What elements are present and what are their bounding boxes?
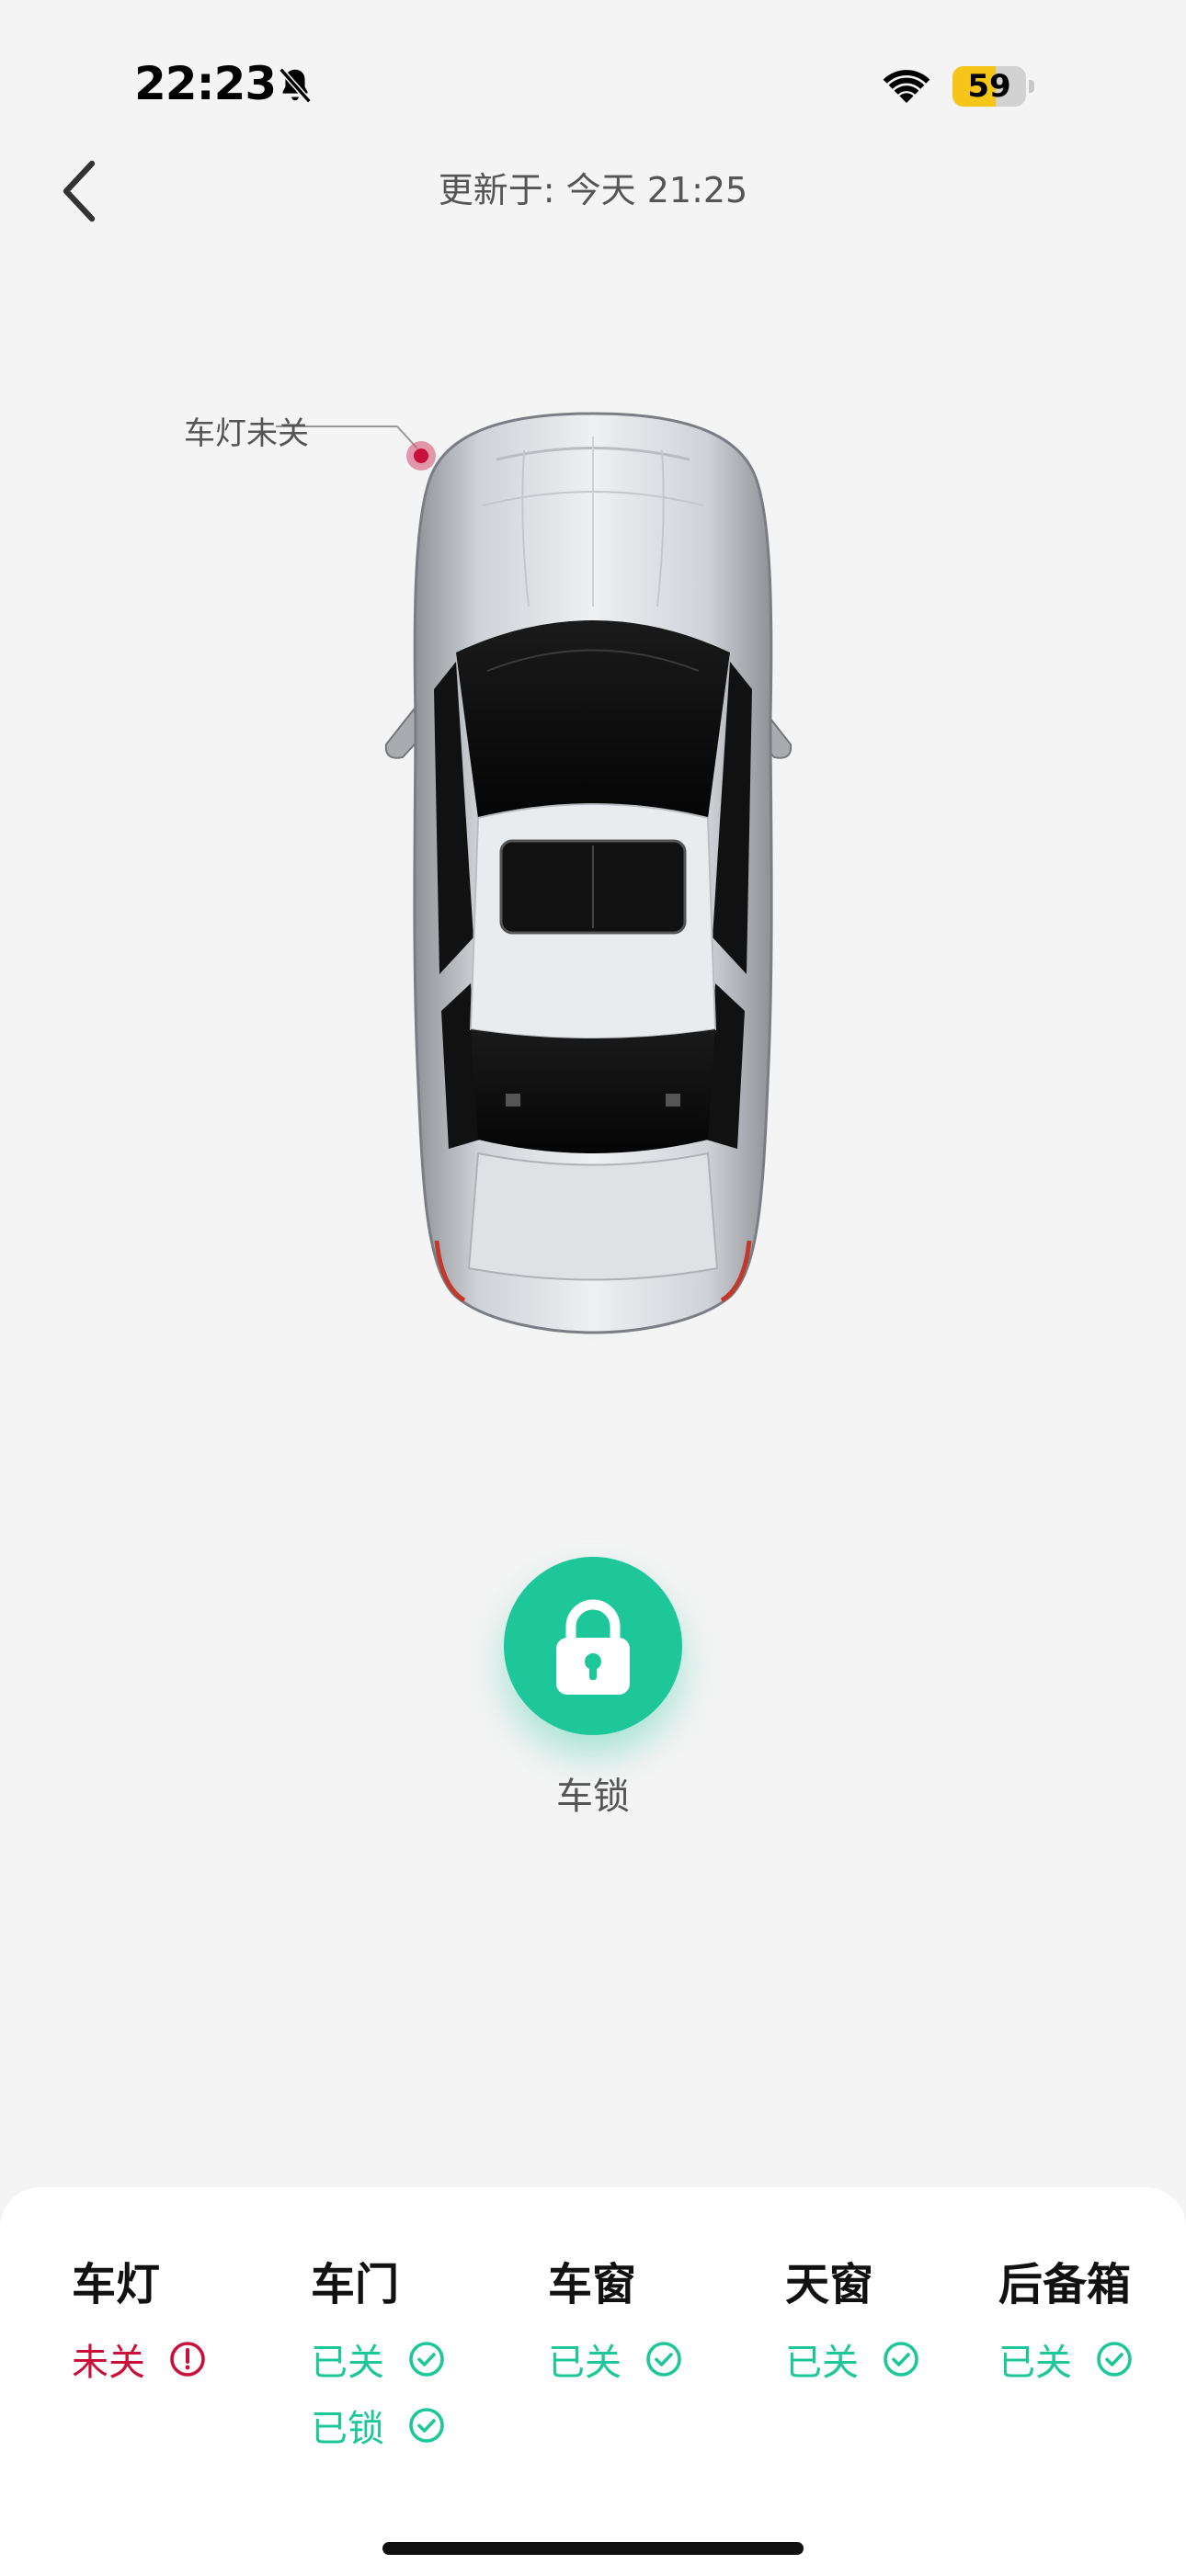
status-text: 已关 (548, 2342, 622, 2384)
status-column-windows: 车窗 已关 (548, 2248, 682, 2384)
alert-circle-icon (170, 2342, 205, 2377)
lock-icon (556, 1599, 630, 1695)
car-illustration (276, 386, 919, 1388)
status-time: 22:23 (134, 57, 277, 110)
status-text: 已关 (998, 2342, 1072, 2384)
status-text: 已关 (311, 2342, 384, 2384)
bell-slash-icon (279, 67, 312, 104)
check-circle-icon (409, 2408, 444, 2443)
wifi-icon (883, 70, 930, 103)
status-title: 车门 (311, 2259, 400, 2310)
check-circle-icon (409, 2342, 444, 2377)
battery-body: 59 (952, 66, 1026, 107)
car-lock-button[interactable] (504, 1557, 682, 1735)
check-circle-icon (884, 2342, 918, 2377)
status-value-row: 已锁 (311, 2402, 445, 2450)
status-column-trunk: 后备箱 已关 (998, 2248, 1133, 2384)
status-value-row: 已关 (785, 2336, 919, 2384)
status-bar: 22:23 59 (0, 0, 1186, 147)
car-lock-label: 车锁 (556, 1776, 630, 1818)
updated-time-label: 更新于: 今天 21:25 (438, 170, 748, 210)
check-circle-icon (1097, 2342, 1132, 2377)
vehicle-status-panel: 车灯 未关 车门 已关 已锁 车窗 已关 天窗 已关 后备箱 已关 (0, 2187, 1186, 2576)
status-title: 天窗 (785, 2259, 874, 2310)
status-value-row: 已关 (311, 2336, 445, 2384)
status-title: 车窗 (548, 2259, 637, 2310)
status-value-row: 已关 (998, 2336, 1133, 2384)
headlight-warning-callout: 车灯未关 (184, 415, 309, 452)
status-column-sunroof: 天窗 已关 (785, 2248, 919, 2384)
status-column-lights: 车灯 未关 (72, 2248, 206, 2384)
status-text: 未关 (72, 2342, 145, 2384)
status-text: 已关 (785, 2342, 859, 2384)
car-top-view-image (276, 412, 793, 1365)
status-column-doors: 车门 已关 已锁 (311, 2248, 445, 2450)
nav-bar: 更新于: 今天 21:25 (0, 147, 1186, 257)
check-circle-icon (646, 2342, 681, 2377)
status-value-row: 未关 (72, 2336, 206, 2384)
home-indicator (382, 2542, 804, 2555)
battery-level: 59 (967, 68, 1011, 105)
status-title: 车灯 (72, 2259, 161, 2310)
battery-nub (1029, 80, 1034, 93)
battery-icon: 59 (952, 66, 1035, 107)
status-title: 后备箱 (998, 2259, 1132, 2310)
status-value-row: 已关 (548, 2336, 682, 2384)
status-text: 已锁 (311, 2408, 384, 2450)
